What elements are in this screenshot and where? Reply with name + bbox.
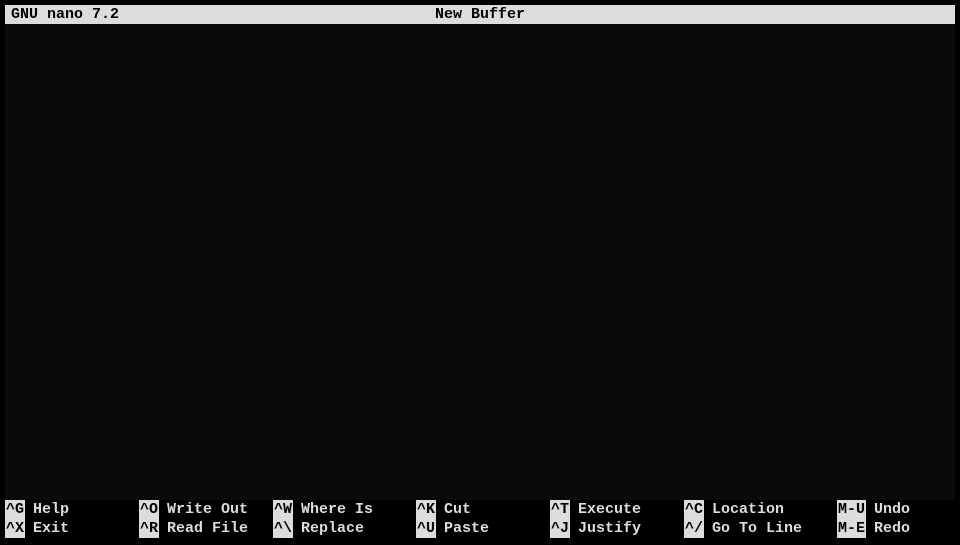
shortcut-label: Justify [578,519,641,538]
shortcut-write-out[interactable]: ^O Write Out [139,500,273,519]
shortcut-label: Where Is [301,500,373,519]
shortcut-key: ^T [550,500,570,519]
shortcut-label: Redo [874,519,910,538]
shortcut-label: Location [712,500,784,519]
shortcut-read-file[interactable]: ^R Read File [139,519,273,538]
shortcut-key: ^/ [684,519,704,538]
shortcut-label: Go To Line [712,519,802,538]
shortcut-label: Write Out [167,500,248,519]
shortcut-key: ^W [273,500,293,519]
shortcut-label: Read File [167,519,248,538]
shortcut-key: ^K [416,500,436,519]
shortcut-label: Exit [33,519,69,538]
shortcut-row-1: ^G Help ^O Write Out ^W Where Is ^K Cut … [5,500,955,519]
shortcut-label: Paste [444,519,489,538]
shortcut-key: ^C [684,500,704,519]
shortcut-redo[interactable]: M-E Redo [837,519,955,538]
shortcut-label: Help [33,500,69,519]
title-bar: GNU nano 7.2 New Buffer [5,5,955,24]
shortcut-row-2: ^X Exit ^R Read File ^\ Replace ^U Paste… [5,519,955,538]
shortcut-exit[interactable]: ^X Exit [5,519,139,538]
shortcut-bar: ^G Help ^O Write Out ^W Where Is ^K Cut … [5,500,955,540]
shortcut-location[interactable]: ^C Location [684,500,837,519]
shortcut-paste[interactable]: ^U Paste [416,519,550,538]
shortcut-cut[interactable]: ^K Cut [416,500,550,519]
shortcut-execute[interactable]: ^T Execute [550,500,684,519]
buffer-name: New Buffer [5,5,955,24]
shortcut-label: Cut [444,500,471,519]
shortcut-where-is[interactable]: ^W Where Is [273,500,416,519]
shortcut-help[interactable]: ^G Help [5,500,139,519]
shortcut-replace[interactable]: ^\ Replace [273,519,416,538]
shortcut-key: ^G [5,500,25,519]
editor-text-area[interactable] [5,24,955,500]
shortcut-key: ^R [139,519,159,538]
shortcut-label: Execute [578,500,641,519]
shortcut-label: Undo [874,500,910,519]
shortcut-key: ^J [550,519,570,538]
shortcut-key: M-U [837,500,866,519]
shortcut-key: ^\ [273,519,293,538]
shortcut-key: ^O [139,500,159,519]
shortcut-label: Replace [301,519,364,538]
shortcut-key: ^U [416,519,436,538]
shortcut-undo[interactable]: M-U Undo [837,500,955,519]
shortcut-go-to-line[interactable]: ^/ Go To Line [684,519,837,538]
shortcut-key: ^X [5,519,25,538]
shortcut-justify[interactable]: ^J Justify [550,519,684,538]
shortcut-key: M-E [837,519,866,538]
